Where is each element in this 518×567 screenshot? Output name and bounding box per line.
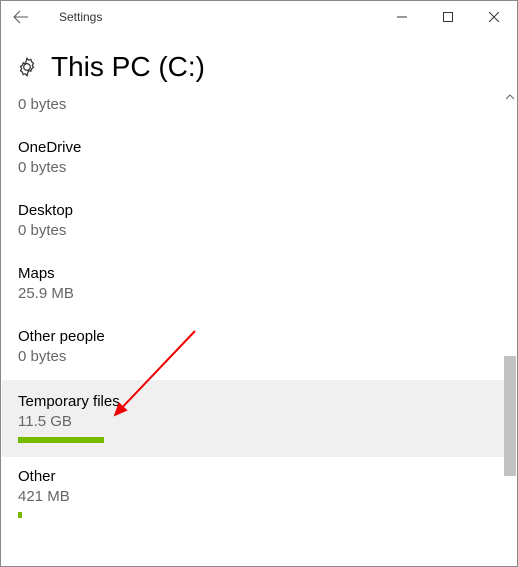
- storage-item-size: 0 bytes: [18, 95, 500, 115]
- storage-item-maps[interactable]: Maps 25.9 MB: [18, 254, 500, 317]
- storage-item-name: Maps: [18, 264, 500, 284]
- minimize-icon: [397, 12, 407, 22]
- storage-list: Mail 0 bytes OneDrive 0 bytes Desktop 0 …: [2, 91, 516, 532]
- storage-item-mail[interactable]: Mail 0 bytes: [18, 91, 500, 128]
- close-button[interactable]: [471, 1, 517, 33]
- scroll-thumb[interactable]: [504, 356, 516, 476]
- storage-item-size: 0 bytes: [18, 221, 500, 241]
- storage-item-name: Desktop: [18, 201, 500, 221]
- storage-bar: [18, 437, 104, 443]
- storage-item-temporary-files[interactable]: Temporary files 11.5 GB: [2, 380, 516, 457]
- back-arrow-icon: [13, 9, 29, 25]
- page-header: This PC (C:): [1, 33, 517, 91]
- gear-icon: [17, 57, 37, 77]
- storage-item-size: 25.9 MB: [18, 284, 500, 304]
- scroll-up-button[interactable]: [504, 91, 516, 103]
- minimize-button[interactable]: [379, 1, 425, 33]
- close-icon: [489, 12, 499, 22]
- window-controls: [379, 1, 517, 33]
- storage-item-name: Other: [18, 467, 500, 487]
- storage-bar: [18, 512, 22, 518]
- maximize-icon: [443, 12, 453, 22]
- storage-item-name: Temporary files: [18, 392, 500, 412]
- storage-item-desktop[interactable]: Desktop 0 bytes: [18, 191, 500, 254]
- storage-item-size: 421 MB: [18, 487, 500, 507]
- storage-item-size: 0 bytes: [18, 158, 500, 178]
- storage-item-name: OneDrive: [18, 138, 500, 158]
- storage-item-name: Other people: [18, 327, 500, 347]
- storage-item-other-people[interactable]: Other people 0 bytes: [18, 317, 500, 380]
- storage-item-onedrive[interactable]: OneDrive 0 bytes: [18, 128, 500, 191]
- chevron-up-icon: [506, 93, 514, 101]
- content-scroll-area: Mail 0 bytes OneDrive 0 bytes Desktop 0 …: [2, 91, 516, 565]
- storage-item-size: 11.5 GB: [18, 412, 500, 432]
- maximize-button[interactable]: [425, 1, 471, 33]
- storage-item-size: 0 bytes: [18, 347, 500, 367]
- back-button[interactable]: [1, 1, 41, 33]
- page-title: This PC (C:): [51, 51, 205, 83]
- scrollbar[interactable]: [504, 91, 516, 565]
- titlebar: Settings: [1, 1, 517, 33]
- window-title: Settings: [59, 10, 102, 24]
- storage-item-other[interactable]: Other 421 MB: [18, 457, 500, 532]
